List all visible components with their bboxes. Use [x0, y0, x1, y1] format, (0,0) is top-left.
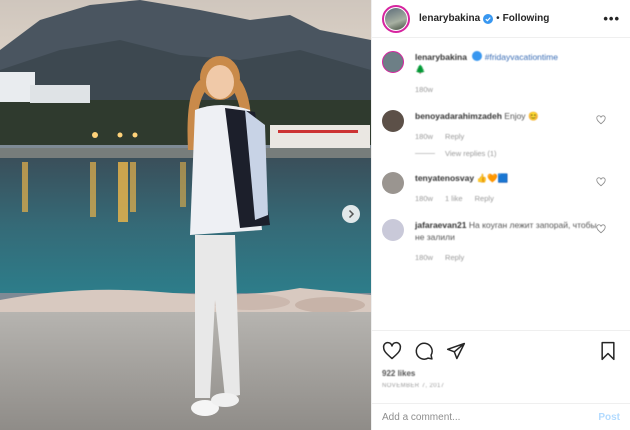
- comment-time: 180w: [415, 132, 433, 141]
- commenter-avatar[interactable]: [382, 110, 404, 132]
- post-side-panel: lenarybakina • Following ••• lenarybakin…: [371, 0, 630, 430]
- comment-row: jafaraevan21 На коуган лежит запорай, чт…: [382, 219, 620, 264]
- author-avatar[interactable]: [382, 4, 410, 33]
- hashtag-link[interactable]: #fridayvacationtime: [485, 52, 558, 62]
- header-separator: •: [496, 13, 500, 24]
- commenter-username[interactable]: jafaraevan21: [415, 220, 467, 230]
- comment-time: 180w: [415, 194, 433, 203]
- post-actions: 922 likes NOVEMBER 7, 2017: [372, 330, 630, 389]
- add-comment-bar: Post: [372, 403, 630, 430]
- commenter-username[interactable]: lenarybakina: [415, 52, 467, 62]
- comment-meta: 180w Reply: [415, 131, 600, 143]
- photo-scene: [0, 0, 371, 430]
- save-bookmark-icon[interactable]: [598, 341, 618, 361]
- comments-list[interactable]: lenarybakina #fridayvacationtime 🌲 180w …: [372, 39, 630, 329]
- comment-input[interactable]: [382, 411, 599, 423]
- verified-badge-icon: [472, 51, 483, 61]
- post-comment-button[interactable]: Post: [598, 412, 620, 423]
- reply-button[interactable]: Reply: [445, 253, 464, 262]
- next-photo-button[interactable]: [342, 205, 360, 223]
- comment-meta: 180w: [415, 84, 600, 96]
- reply-button[interactable]: Reply: [475, 194, 494, 203]
- commenter-username[interactable]: benoyadarahimzadeh: [415, 111, 502, 121]
- verified-badge-icon: [483, 13, 494, 24]
- comment-likes[interactable]: 1 like: [445, 194, 463, 203]
- comment-meta: 180w Reply: [415, 252, 600, 264]
- comment-row: tenyatenosvay 👍🧡🟦 180w 1 like Reply: [382, 172, 620, 205]
- share-paper-plane-icon[interactable]: [446, 341, 466, 361]
- comment-meta: 180w 1 like Reply: [415, 193, 600, 205]
- action-icons: [382, 341, 620, 361]
- like-comment-heart-icon[interactable]: [596, 115, 606, 125]
- reply-button[interactable]: Reply: [445, 132, 464, 141]
- commenter-avatar[interactable]: [382, 219, 404, 241]
- caption-row: lenarybakina #fridayvacationtime 🌲 180w: [382, 51, 620, 96]
- comment-time: 180w: [415, 85, 433, 94]
- comment-emoji: 🌲: [415, 64, 426, 74]
- post-photo[interactable]: [0, 0, 371, 430]
- commenter-avatar[interactable]: [382, 172, 404, 194]
- comment-time: 180w: [415, 253, 433, 262]
- comment-bubble-icon[interactable]: [414, 341, 434, 361]
- commenter-avatar[interactable]: [382, 51, 404, 73]
- post-date[interactable]: NOVEMBER 7, 2017: [382, 383, 620, 389]
- comment-emoji: 😊: [527, 111, 539, 121]
- comment-row: benoyadarahimzadeh Enjoy 😊 180w Reply: [382, 110, 620, 143]
- commenter-username[interactable]: tenyatenosvay: [415, 173, 474, 183]
- likes-count[interactable]: 922 likes: [382, 369, 620, 378]
- following-button[interactable]: Following: [503, 13, 550, 24]
- like-comment-heart-icon[interactable]: [596, 177, 606, 187]
- more-options-icon[interactable]: •••: [603, 11, 620, 26]
- chevron-right-icon: [348, 209, 355, 219]
- view-replies-button[interactable]: View replies (1): [415, 149, 620, 158]
- post-header: lenarybakina • Following •••: [372, 0, 630, 38]
- author-username[interactable]: lenarybakina: [419, 13, 480, 24]
- like-heart-icon[interactable]: [382, 341, 402, 361]
- comment-text: Enjoy: [504, 111, 526, 121]
- comment-emoji: 👍🧡🟦: [476, 173, 509, 183]
- like-comment-heart-icon[interactable]: [596, 224, 606, 234]
